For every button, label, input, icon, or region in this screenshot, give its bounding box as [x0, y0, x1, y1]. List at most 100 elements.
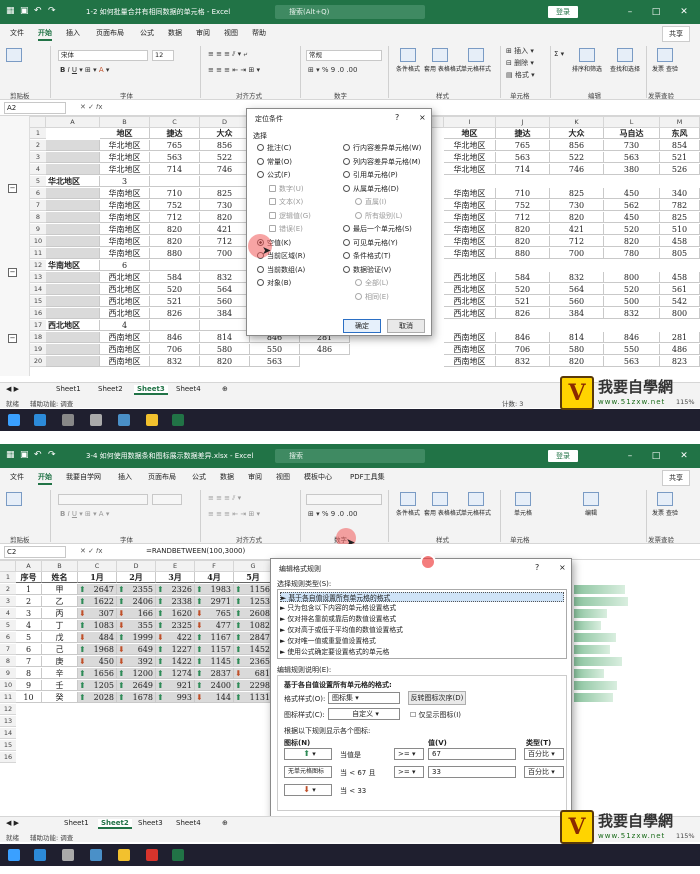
invoice-check-button[interactable]: 发票 查验	[650, 492, 680, 517]
table-cell[interactable]	[200, 320, 250, 331]
table-cell[interactable]: 384	[200, 308, 250, 319]
table-cell[interactable]	[46, 236, 100, 247]
table-cell[interactable]: 华南地区	[444, 224, 496, 235]
table-cell[interactable]: 华南地区	[444, 236, 496, 247]
table-cell[interactable]: 563	[604, 152, 660, 163]
row-header[interactable]: 11	[0, 692, 16, 703]
goto-option[interactable]: 条件格式(T)	[343, 251, 391, 261]
table-cell[interactable]: ⬆ 1452	[234, 644, 273, 655]
row-header[interactable]: 4	[0, 608, 16, 619]
table-cell[interactable]: ⬆ 2400	[195, 680, 234, 691]
table-cell[interactable]: 820	[200, 356, 250, 367]
row-header[interactable]: 10	[30, 236, 46, 247]
radio-icon[interactable]	[257, 265, 264, 273]
sheet-tab-3[interactable]: Sheet3	[134, 385, 168, 395]
table-cell[interactable]: 西北地区	[444, 272, 496, 283]
rule1-value-input[interactable]: 67	[428, 748, 516, 760]
column-header-A[interactable]: A	[16, 560, 42, 572]
reverse-icons-button[interactable]: 反转图标次序(D)	[408, 691, 466, 705]
table-cell[interactable]: 563	[496, 152, 550, 163]
row-header[interactable]: 3	[30, 152, 46, 163]
row-header[interactable]: 1	[0, 572, 16, 583]
table-cell[interactable]: 1	[16, 584, 42, 595]
table-cell[interactable]: 712	[550, 236, 604, 247]
row-header[interactable]: 12	[0, 704, 16, 715]
login-button[interactable]: 登录	[548, 450, 578, 462]
table-cell[interactable]: 华北地区	[100, 164, 150, 175]
table-cell[interactable]: ⬆ 1200	[117, 668, 156, 679]
font-name-select[interactable]	[58, 494, 148, 505]
tab-data[interactable]: 数据	[220, 472, 234, 482]
table-cell[interactable]: 华南地区	[100, 212, 150, 223]
table-cell[interactable]: 814	[200, 332, 250, 343]
table-cell[interactable]: ⬆ 1253	[234, 596, 273, 607]
table-cell[interactable]: 746	[550, 164, 604, 175]
close-icon[interactable]: ✕	[676, 4, 692, 20]
table-cell[interactable]: ⬆ 2028	[78, 692, 117, 703]
invoice-check-button[interactable]: 发票 查验	[650, 48, 680, 73]
paste-button[interactable]	[6, 492, 22, 508]
row-header[interactable]: 5	[0, 620, 16, 631]
search-box[interactable]: 搜索(Alt+Q)	[275, 5, 425, 19]
table-cell[interactable]: ⬇ 649	[117, 644, 156, 655]
tab-insert[interactable]: 插入	[66, 28, 80, 38]
column-header-I[interactable]: I	[444, 116, 496, 128]
table-cell[interactable]: 846	[496, 332, 550, 343]
share-button[interactable]: 共享	[662, 470, 690, 486]
row-header[interactable]: 15	[0, 740, 16, 751]
format-button[interactable]: ▤ 格式 ▾	[506, 70, 535, 80]
table-cell[interactable]: 562	[604, 200, 660, 211]
goto-option[interactable]: 全部(L)	[355, 278, 388, 288]
table-cell[interactable]	[200, 260, 250, 271]
table-cell[interactable]: 华北地区	[46, 176, 100, 187]
table-cell[interactable]: 486	[300, 344, 350, 355]
table-cell[interactable]: ⬆ 2365	[234, 656, 273, 667]
table-cell[interactable]: ⬆ 2837	[195, 668, 234, 679]
font-name-select[interactable]: 宋体	[58, 50, 148, 61]
folder-icon[interactable]	[146, 414, 158, 426]
table-cell[interactable]: 746	[200, 164, 250, 175]
table-cell[interactable]	[46, 248, 100, 259]
table-cell[interactable]: 584	[150, 272, 200, 283]
table-cell[interactable]: ⬆ 1167	[195, 632, 234, 643]
rule-type-item[interactable]: ► 使用公式确定要设置格式的单元格	[280, 647, 564, 657]
table-cell[interactable]: ⬆ 1678	[117, 692, 156, 703]
table-cell[interactable]: 832	[200, 272, 250, 283]
table-cell[interactable]: 854	[660, 140, 700, 151]
table-cell[interactable]: 421	[550, 224, 604, 235]
table-cell[interactable]: 825	[550, 188, 604, 199]
table-cell[interactable]: 700	[550, 248, 604, 259]
table-cell[interactable]: 710	[150, 188, 200, 199]
tab-home[interactable]: 开始	[38, 28, 52, 41]
sort-filter-button[interactable]: 排序和筛选	[568, 48, 606, 73]
table-cell[interactable]: 550	[250, 344, 300, 355]
start-icon[interactable]	[8, 849, 20, 861]
radio-icon[interactable]	[343, 252, 350, 259]
radio-icon[interactable]	[269, 225, 276, 232]
conditional-format-button[interactable]: 条件格式	[392, 492, 424, 517]
table-cell[interactable]: ⬇ 166	[117, 608, 156, 619]
radio-icon[interactable]	[269, 198, 276, 205]
table-cell[interactable]: 542	[660, 296, 700, 307]
table-cell[interactable]: 华南地区	[100, 248, 150, 259]
row-header[interactable]: 7	[30, 200, 46, 211]
table-cell[interactable]: 华南地区	[100, 188, 150, 199]
table-cell[interactable]: 856	[550, 140, 604, 151]
table-cell[interactable]: 710	[496, 188, 550, 199]
conditional-format-button[interactable]: 条件格式	[392, 48, 424, 73]
table-cell[interactable]: 800	[660, 308, 700, 319]
table-cell[interactable]	[46, 272, 100, 283]
table-cell[interactable]: 5	[16, 632, 42, 643]
corner-cell[interactable]	[0, 560, 16, 572]
goto-option[interactable]: 批注(C)	[257, 143, 291, 153]
table-cell[interactable]: 421	[200, 224, 250, 235]
undo-icon[interactable]: ↶	[34, 6, 42, 16]
radio-icon[interactable]	[343, 144, 350, 151]
table-cell[interactable]: 281	[660, 332, 700, 343]
editing-button[interactable]: 编辑	[574, 492, 608, 517]
font-size-select[interactable]: 12	[152, 50, 174, 61]
table-cell[interactable]: 西北地区	[444, 284, 496, 295]
add-sheet-icon[interactable]: ⊕	[222, 819, 228, 827]
goto-option[interactable]: 所有级别(L)	[355, 211, 402, 221]
table-cell[interactable]: ⬆ 2325	[156, 620, 195, 631]
